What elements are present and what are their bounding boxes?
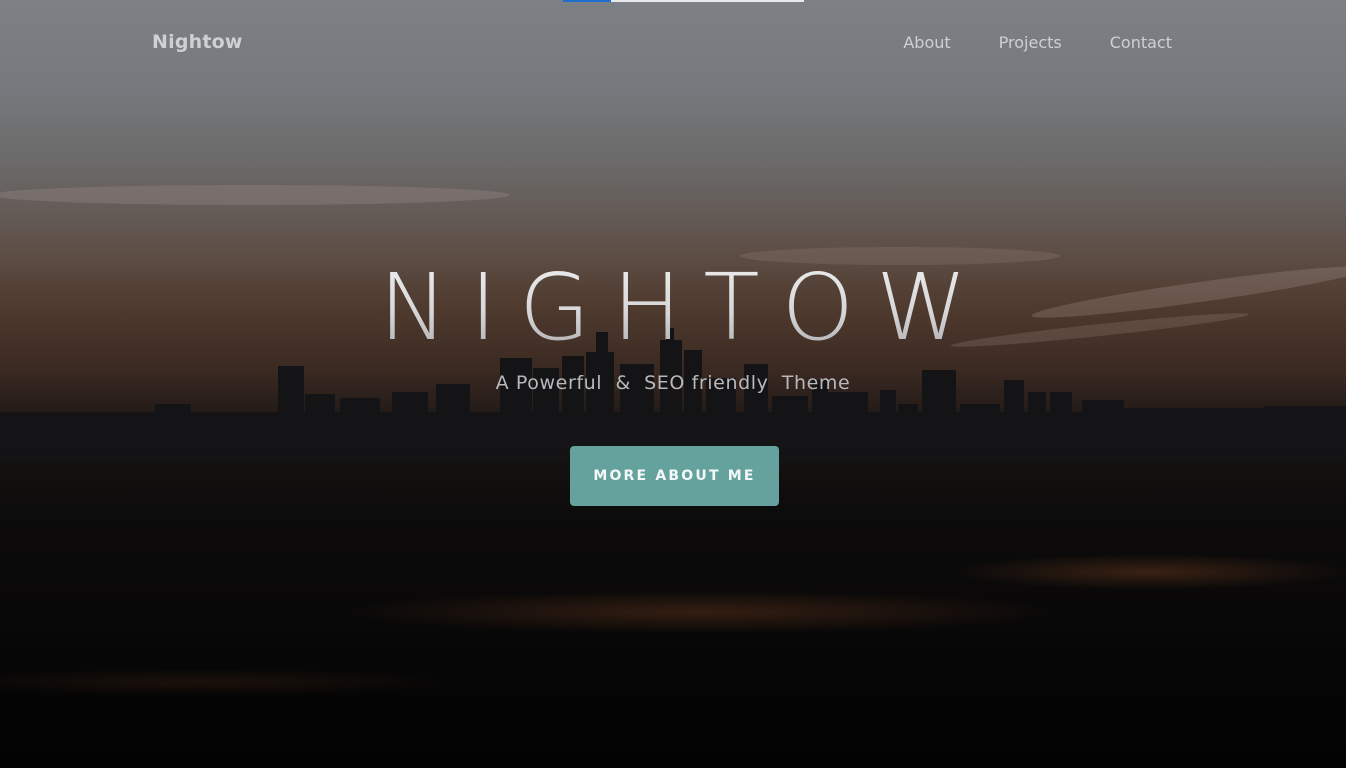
hero-subtitle: A Powerful & SEO friendly Theme (495, 372, 851, 394)
page-loader-progress (563, 0, 612, 2)
hero-section: Nightow About Projects Contact NIGHTOW A… (0, 0, 1346, 768)
more-about-me-button[interactable]: MORE ABOUT ME (570, 446, 779, 506)
nav-about-link[interactable]: About (903, 33, 950, 52)
main-nav: About Projects Contact (903, 33, 1172, 52)
cloud-streak (0, 185, 510, 205)
brand-logo[interactable]: Nightow (152, 31, 243, 53)
nav-contact-link[interactable]: Contact (1110, 33, 1172, 52)
hero-title: NIGHTOW (0, 258, 1346, 358)
nav-projects-link[interactable]: Projects (999, 33, 1062, 52)
page-loader-bar (563, 0, 804, 2)
